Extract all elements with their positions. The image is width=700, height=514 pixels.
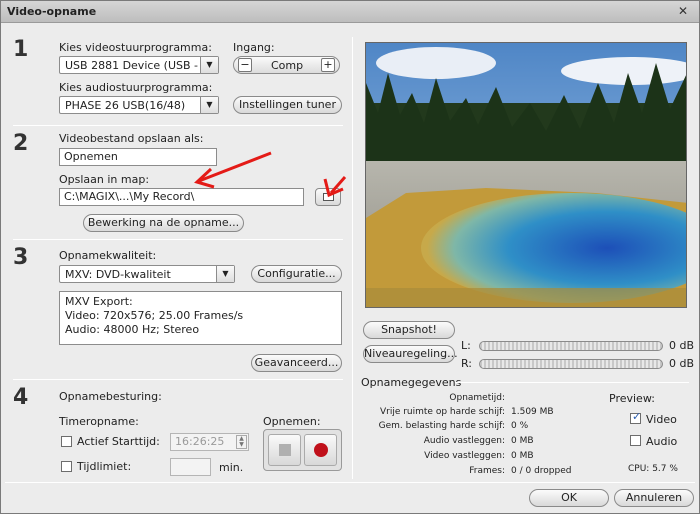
snapshot-button[interactable]: Snapshot! (363, 321, 455, 339)
timer-label: Timeropname: (59, 415, 139, 428)
divider (455, 382, 689, 383)
stat-label: Opnametijd: (449, 393, 505, 403)
minutes-unit-label: min. (219, 461, 244, 474)
annotation-arrow-line (198, 151, 272, 183)
audio-driver-value: PHASE 26 USB(16/48) (65, 99, 186, 112)
stat-label: Frames: (469, 466, 505, 476)
divider (5, 482, 695, 483)
start-time-field[interactable]: 16:26:25 ▲ ▼ (170, 433, 249, 451)
video-capture-dialog: Video-opname ✕ 1 Kies videostuurprogramm… (0, 0, 700, 514)
stat-label: Vrije ruimte op harde schijf: (379, 407, 505, 417)
export-info-box: MXV Export: Video: 720x576; 25.00 Frames… (59, 291, 342, 345)
input-stepper: − Comp + (233, 56, 340, 74)
record-button[interactable] (304, 434, 337, 466)
record-label: Opnemen: (263, 415, 321, 428)
stat-value: 1.509 MB (511, 407, 554, 417)
right-channel-label: R: (461, 357, 473, 370)
export-info-line: Video: 720x576; 25.00 Frames/s (65, 309, 244, 322)
quality-select[interactable]: MXV: DVD-kwaliteit ▼ (59, 265, 235, 283)
audio-driver-label: Kies audiostuurprogramma: (59, 81, 213, 94)
right-level-meter (479, 359, 663, 369)
divider (13, 239, 343, 240)
quality-label: Opnamekwaliteit: (59, 249, 157, 262)
start-time-label: Actief Starttijd: (77, 435, 160, 448)
left-level-meter (479, 341, 663, 351)
left-db-value: 0 dB (669, 339, 695, 352)
stat-value: 0 MB (511, 451, 534, 461)
chevron-down-icon: ▼ (216, 266, 234, 282)
record-controls (263, 429, 342, 471)
right-db-value: 0 dB (669, 357, 695, 370)
configuration-button[interactable]: Configuratie... (251, 265, 342, 283)
start-time-value: 16:26:25 (175, 435, 225, 448)
preview-audio-checkbox[interactable] (630, 435, 641, 446)
stat-label: Audio vastleggen: (423, 436, 505, 446)
video-driver-select[interactable]: USB 2881 Device (USB - ... ▼ (59, 56, 219, 74)
time-limit-label: Tijdlimiet: (77, 460, 132, 473)
divider (13, 125, 343, 126)
left-channel-label: L: (461, 339, 471, 352)
post-recording-edit-button[interactable]: Bewerking na de opname... (83, 214, 244, 232)
audio-driver-select[interactable]: PHASE 26 USB(16/48) ▼ (59, 96, 219, 114)
record-icon (314, 443, 328, 457)
video-driver-label: Kies videostuurprogramma: (59, 41, 212, 54)
stat-value: 0 / 0 dropped (511, 466, 572, 476)
ok-button[interactable]: OK (529, 489, 609, 507)
annotation-arrows (194, 151, 347, 198)
minus-button[interactable]: − (238, 58, 252, 72)
checkmark-icon: ✓ (632, 410, 642, 423)
stop-icon (279, 444, 291, 456)
folder-label: Opslaan in map: (59, 173, 150, 186)
preview-audio-label: Audio (646, 435, 678, 448)
cpu-usage: CPU: 5.7 % (628, 464, 678, 474)
preview-label: Preview: (609, 392, 655, 405)
chevron-down-icon: ▼ (200, 97, 218, 113)
recording-control-label: Opnamebesturing: (59, 390, 162, 403)
stop-button[interactable] (268, 434, 301, 466)
step-number-1: 1 (13, 37, 29, 62)
window-title: Video-opname (7, 5, 97, 18)
video-driver-value: USB 2881 Device (USB - ... (65, 59, 213, 72)
stat-label: Video vastleggen: (424, 451, 505, 461)
advanced-button[interactable]: Geavanceerd... (251, 354, 342, 372)
cancel-button[interactable]: Annuleren (614, 489, 694, 507)
preview-video-checkbox[interactable]: ✓ (630, 410, 642, 424)
preview-video-label: Video (646, 413, 677, 426)
export-info-line: Audio: 48000 Hz; Stereo (65, 323, 200, 336)
time-limit-checkbox[interactable] (61, 461, 72, 472)
plus-button[interactable]: + (321, 58, 335, 72)
recording-data-label: Opnamegegevens (361, 376, 462, 389)
tuner-settings-button[interactable]: Instellingen tuner (233, 96, 342, 114)
stat-value: 0 MB (511, 436, 534, 446)
export-info-line: MXV Export: (65, 295, 133, 308)
step-number-2: 2 (13, 131, 29, 156)
chevron-down-icon: ▼ (200, 57, 218, 73)
stat-value: 0 % (511, 421, 529, 431)
column-divider (352, 37, 353, 479)
step-number-4: 4 (13, 385, 29, 410)
title-bar: Video-opname ✕ (1, 1, 699, 23)
time-limit-field[interactable] (170, 458, 211, 476)
divider (13, 379, 343, 380)
stat-label: Gem. belasting harde schijf: (378, 421, 505, 431)
start-time-checkbox[interactable] (61, 436, 72, 447)
input-label: Ingang: (233, 41, 275, 54)
input-value: Comp (271, 59, 304, 72)
level-control-button[interactable]: Niveauregeling... (363, 345, 458, 363)
spinner-icon[interactable]: ▲ ▼ (236, 435, 247, 449)
quality-value: MXV: DVD-kwaliteit (65, 268, 171, 281)
close-icon[interactable]: ✕ (675, 4, 691, 20)
step-number-3: 3 (13, 245, 29, 270)
preview-landscape-image (366, 43, 686, 307)
video-preview (365, 42, 687, 308)
